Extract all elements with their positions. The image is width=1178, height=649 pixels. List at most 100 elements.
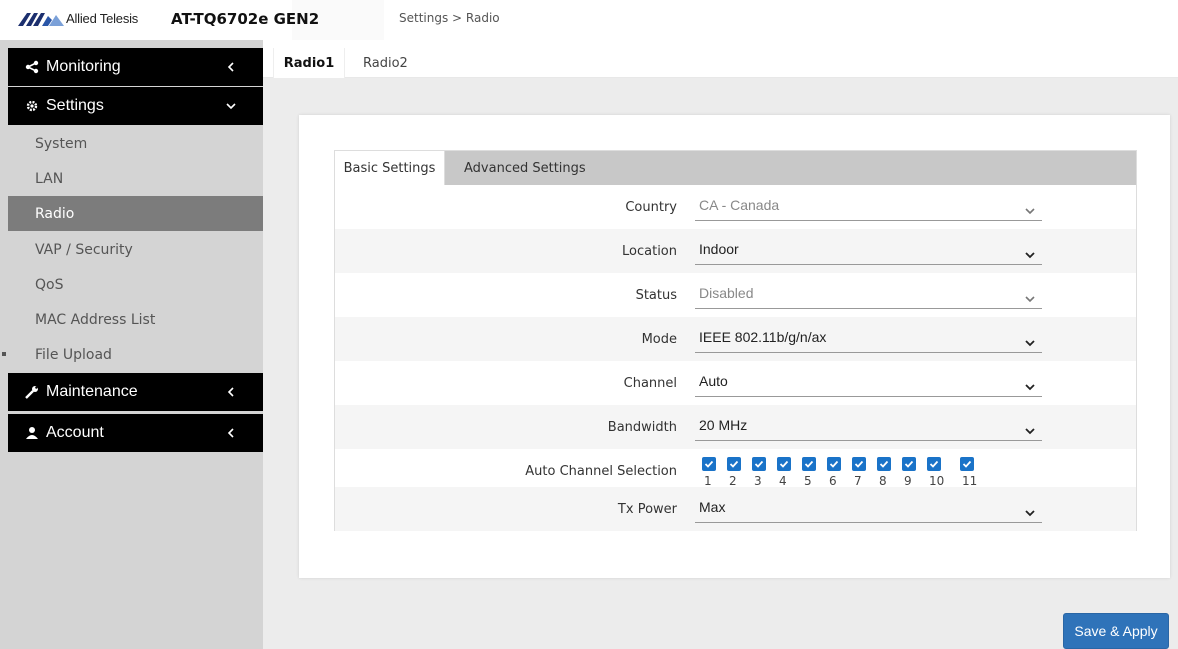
chevron-down-icon bbox=[1024, 333, 1036, 347]
mode-row: Mode IEEE 802.11b/g/n/ax bbox=[335, 317, 1136, 361]
radio-settings-form: Basic Settings Advanced Settings Country… bbox=[334, 150, 1137, 531]
location-label: Location bbox=[622, 243, 677, 259]
mode-select[interactable]: IEEE 802.11b/g/n/ax bbox=[695, 323, 1042, 353]
sidebar-item-lan[interactable]: LAN bbox=[0, 161, 263, 196]
channel-number: 11 bbox=[962, 474, 978, 488]
share-icon bbox=[22, 60, 42, 74]
chevron-down-icon bbox=[1024, 421, 1036, 435]
location-select[interactable]: Indoor bbox=[695, 235, 1042, 265]
channel-5-checkbox[interactable] bbox=[802, 457, 816, 471]
chevron-down-icon bbox=[225, 99, 237, 113]
tx-power-label: Tx Power bbox=[617, 501, 677, 517]
channel-5-option: 5 bbox=[802, 457, 827, 488]
location-row: Location Indoor bbox=[335, 229, 1136, 273]
check-icon bbox=[929, 460, 939, 468]
mode-label: Mode bbox=[641, 331, 677, 347]
tx-power-row: Tx Power Max bbox=[335, 487, 1136, 531]
channel-8-option: 8 bbox=[877, 457, 902, 488]
check-icon bbox=[779, 460, 789, 468]
chevron-down-icon bbox=[1024, 377, 1036, 391]
channel-number: 9 bbox=[904, 474, 912, 488]
channel-2-option: 2 bbox=[727, 457, 752, 488]
channel-row: Channel Auto bbox=[335, 361, 1136, 405]
channel-1-option: 1 bbox=[702, 457, 727, 488]
chevron-down-icon bbox=[1024, 201, 1036, 215]
chevron-left-icon bbox=[225, 426, 237, 440]
sidebar-item-radio[interactable]: Radio bbox=[8, 196, 263, 231]
channel-4-option: 4 bbox=[777, 457, 802, 488]
country-row: Country CA - Canada bbox=[335, 185, 1136, 229]
chevron-down-icon bbox=[1024, 245, 1036, 259]
channel-select[interactable]: Auto bbox=[695, 367, 1042, 397]
channel-7-option: 7 bbox=[852, 457, 877, 488]
channel-10-option: 10 bbox=[927, 457, 952, 488]
wrench-icon bbox=[22, 385, 42, 399]
tab-radio1[interactable]: Radio1 bbox=[273, 48, 345, 78]
allied-telesis-logo-icon bbox=[18, 12, 64, 26]
auto-channel-checkboxes: 1 2 3 4 5 6 7 8 9 10 11 bbox=[702, 457, 985, 488]
channel-number: 8 bbox=[879, 474, 887, 488]
channel-number: 1 bbox=[704, 474, 712, 488]
sidebar-item-qos[interactable]: QoS bbox=[0, 267, 263, 302]
sidebar-item-settings[interactable]: Settings bbox=[8, 87, 263, 125]
chevron-down-icon bbox=[1024, 289, 1036, 303]
channel-2-checkbox[interactable] bbox=[727, 457, 741, 471]
check-icon bbox=[854, 460, 864, 468]
channel-9-checkbox[interactable] bbox=[902, 457, 916, 471]
channel-6-checkbox[interactable] bbox=[827, 457, 841, 471]
sidebar-item-system[interactable]: System bbox=[0, 126, 263, 161]
sidebar-item-label: Settings bbox=[46, 97, 104, 114]
breadcrumb: Settings > Radio bbox=[399, 11, 500, 25]
channel-10-checkbox[interactable] bbox=[927, 457, 941, 471]
sidebar-item-maintenance[interactable]: Maintenance bbox=[8, 373, 263, 411]
tx-power-select[interactable]: Max bbox=[695, 493, 1042, 523]
sidebar-item-mac-address-list[interactable]: MAC Address List bbox=[0, 302, 263, 337]
channel-6-option: 6 bbox=[827, 457, 852, 488]
sidebar-item-label: Monitoring bbox=[46, 58, 121, 75]
channel-11-checkbox[interactable] bbox=[960, 457, 974, 471]
bandwidth-row: Bandwidth 20 MHz bbox=[335, 405, 1136, 449]
sidebar-item-label: Maintenance bbox=[46, 383, 138, 400]
form-tab-bar: Basic Settings Advanced Settings bbox=[335, 151, 1136, 185]
radio-tab-bar: Radio1 Radio2 bbox=[263, 48, 1178, 78]
channel-number: 2 bbox=[729, 474, 737, 488]
channel-3-checkbox[interactable] bbox=[752, 457, 766, 471]
check-icon bbox=[829, 460, 839, 468]
channel-number: 3 bbox=[754, 474, 762, 488]
channel-7-checkbox[interactable] bbox=[852, 457, 866, 471]
channel-11-option: 11 bbox=[960, 457, 985, 488]
tab-radio2[interactable]: Radio2 bbox=[363, 48, 408, 78]
channel-number: 6 bbox=[829, 474, 837, 488]
device-model: AT-TQ6702e GEN2 bbox=[171, 10, 320, 28]
save-apply-button[interactable]: Save & Apply bbox=[1063, 613, 1169, 649]
status-select[interactable]: Disabled bbox=[695, 279, 1042, 309]
sidebar-item-label: Account bbox=[46, 424, 104, 441]
check-icon bbox=[879, 460, 889, 468]
channel-number: 4 bbox=[779, 474, 787, 488]
top-header: Allied Telesis AT-TQ6702e GEN2 Settings … bbox=[0, 0, 1178, 40]
channel-4-checkbox[interactable] bbox=[777, 457, 791, 471]
sidebar-item-vap-security[interactable]: VAP / Security bbox=[0, 232, 263, 267]
tab-advanced-settings[interactable]: Advanced Settings bbox=[464, 151, 586, 185]
tab-basic-settings[interactable]: Basic Settings bbox=[335, 151, 445, 185]
user-icon bbox=[22, 426, 42, 440]
chevron-down-icon bbox=[1024, 503, 1036, 517]
channel-label: Channel bbox=[623, 375, 677, 391]
sidebar-item-monitoring[interactable]: Monitoring bbox=[8, 48, 263, 86]
gear-icon bbox=[22, 99, 42, 113]
channel-number: 5 bbox=[804, 474, 812, 488]
check-icon bbox=[754, 460, 764, 468]
channel-1-checkbox[interactable] bbox=[702, 457, 716, 471]
channel-3-option: 3 bbox=[752, 457, 777, 488]
sidebar-item-file-upload[interactable]: File Upload bbox=[0, 337, 263, 372]
brand-name: Allied Telesis bbox=[66, 11, 139, 26]
check-icon bbox=[704, 460, 714, 468]
channel-number: 7 bbox=[854, 474, 862, 488]
bandwidth-select[interactable]: 20 MHz bbox=[695, 411, 1042, 441]
country-select[interactable]: CA - Canada bbox=[695, 191, 1042, 221]
sidebar-item-account[interactable]: Account bbox=[8, 414, 263, 452]
check-icon bbox=[729, 460, 739, 468]
channel-8-checkbox[interactable] bbox=[877, 457, 891, 471]
channel-number: 10 bbox=[929, 474, 945, 488]
bandwidth-label: Bandwidth bbox=[607, 419, 677, 435]
